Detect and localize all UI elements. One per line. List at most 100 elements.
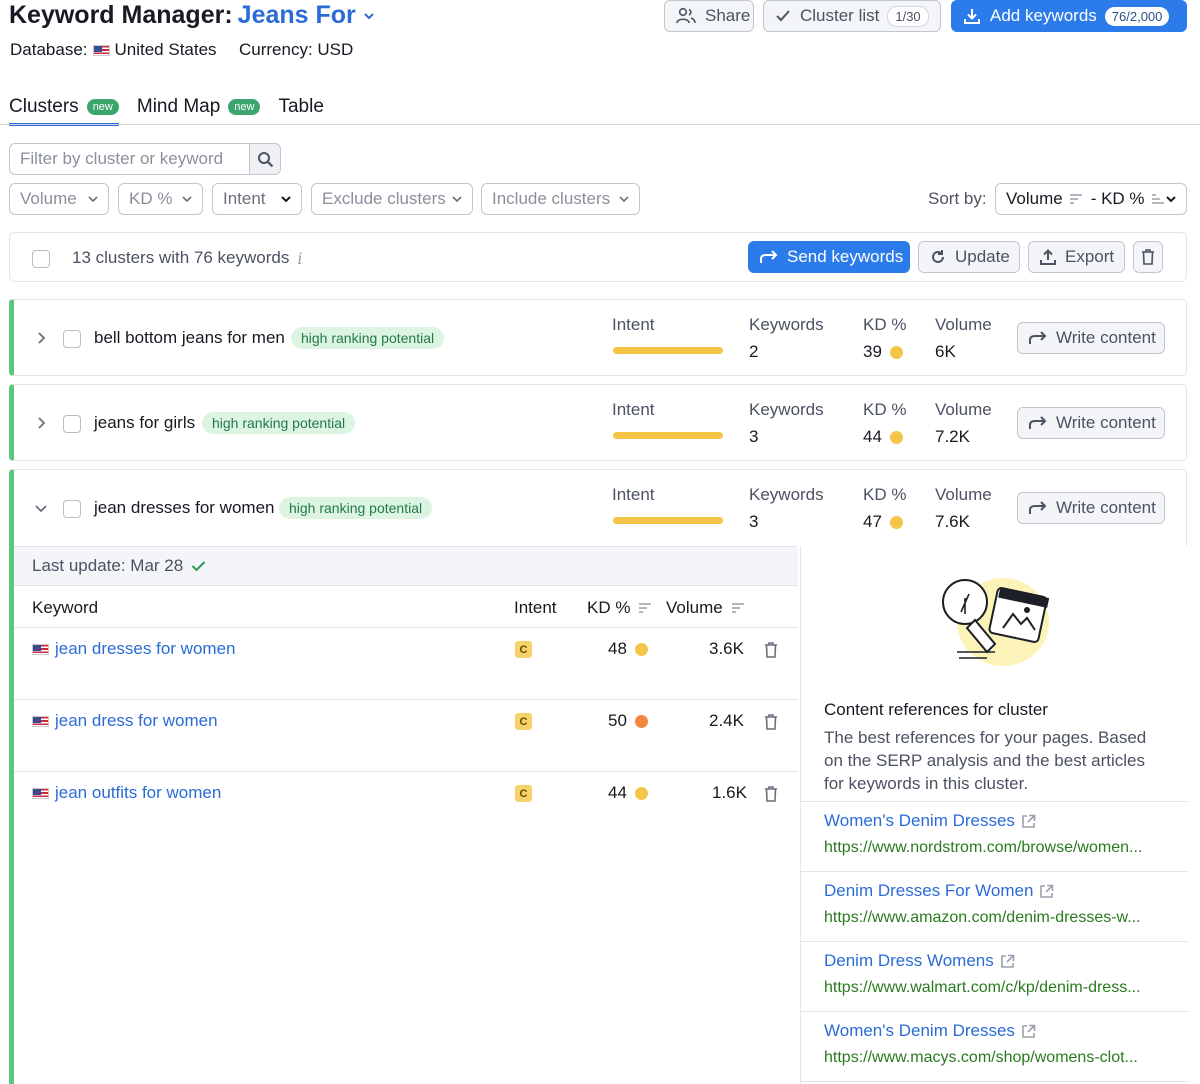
cluster-card: bell bottom jeans for men high ranking p… [9, 299, 1187, 376]
export-button[interactable]: Export [1028, 241, 1125, 273]
write-content-button[interactable]: Write content [1017, 407, 1165, 439]
references-description: The best references for your pages. Base… [824, 728, 1147, 793]
select-all-checkbox[interactable] [32, 250, 50, 268]
reference-url[interactable]: https://www.walmart.com/c/kp/denim-dress… [824, 979, 1169, 997]
chevron-down-icon [182, 196, 192, 203]
keywords-header: Keywords [749, 400, 824, 419]
volume-header: Volume [935, 400, 992, 419]
new-badge: new [228, 98, 261, 115]
kd-value: 44 [608, 783, 627, 802]
intent-column-header: Intent [514, 598, 557, 617]
cluster-checkbox[interactable] [63, 500, 81, 518]
sort-primary: Volume [1006, 189, 1063, 208]
reference-url[interactable]: https://www.amazon.com/denim-dresses-w..… [824, 909, 1169, 927]
cluster-summary: 13 clusters with 76 keywords i [72, 248, 302, 268]
trash-icon[interactable] [764, 714, 778, 730]
cluster-list-count: 1/30 [887, 5, 929, 27]
cluster-checkbox[interactable] [63, 330, 81, 348]
intent-header: Intent [612, 485, 655, 504]
trash-icon[interactable] [764, 642, 778, 658]
kd-column-header[interactable]: KD % [587, 598, 652, 618]
cluster-list-button[interactable]: Cluster list 1/30 [763, 0, 941, 32]
reference-link[interactable]: Women's Denim Dresses [824, 811, 1169, 831]
database-value: United States [114, 40, 217, 59]
intent-filter-label: Intent [223, 189, 266, 208]
write-content-button[interactable]: Write content [1017, 492, 1165, 524]
intent-bar [613, 517, 723, 524]
send-keywords-button[interactable]: Send keywords [748, 241, 910, 273]
volume-cell: 1.6K [712, 783, 747, 802]
reference-link[interactable]: Women's Denim Dresses [824, 1021, 1169, 1041]
reference-link[interactable]: Denim Dress Womens [824, 951, 1169, 971]
chevron-right-icon[interactable] [37, 331, 47, 345]
chevron-right-icon[interactable] [37, 416, 47, 430]
database-info: Database: United States [10, 40, 217, 60]
reference-link[interactable]: Denim Dresses For Women [824, 881, 1169, 901]
reference-title: Denim Dress Womens [824, 951, 994, 970]
kd-column-label: KD % [587, 598, 631, 617]
kd-value: 50 [608, 711, 627, 730]
intent-bar [613, 432, 723, 439]
keywords-header: Keywords [749, 485, 824, 504]
keyword-link[interactable]: jean dress for women [32, 711, 218, 731]
volume-column-header[interactable]: Volume [666, 598, 745, 618]
update-button[interactable]: Update [918, 241, 1020, 273]
intent-filter[interactable]: Intent [212, 183, 302, 215]
kd-cell: 50 [608, 711, 648, 731]
ranking-potential-badge: high ranking potential [279, 497, 433, 519]
cluster-name[interactable]: bell bottom jeans for men [94, 328, 285, 348]
write-content-button[interactable]: Write content [1017, 322, 1165, 354]
sort-select[interactable]: Volume - KD % [995, 183, 1187, 215]
info-icon[interactable]: i [297, 249, 302, 268]
cluster-name[interactable]: jean dresses for women [94, 498, 274, 518]
kd-dot [634, 642, 648, 656]
chevron-down-icon[interactable] [34, 504, 48, 514]
reference-url[interactable]: https://www.macys.com/shop/womens-clot..… [824, 1049, 1169, 1067]
kd-value: 48 [608, 639, 627, 658]
add-keywords-button[interactable]: Add keywords 76/2,000 [951, 0, 1187, 32]
include-clusters-filter[interactable]: Include clusters [481, 183, 640, 215]
new-badge: new [86, 98, 119, 115]
tab-mind-map[interactable]: Mind Map new [137, 88, 261, 125]
keyword-text: jean outfits for women [55, 783, 222, 802]
sort-desc-icon [1069, 194, 1082, 204]
exclude-clusters-filter[interactable]: Exclude clusters [311, 183, 473, 215]
chevron-down-icon [1166, 196, 1176, 203]
exclude-clusters-label: Exclude clusters [322, 189, 446, 208]
delete-button[interactable] [1133, 241, 1163, 273]
search-button[interactable] [249, 143, 281, 175]
cluster-checkbox[interactable] [63, 415, 81, 433]
kd-dot [634, 786, 648, 800]
kd-header: KD % [863, 400, 907, 419]
share-button[interactable]: Share [664, 0, 754, 32]
add-keywords-count: 76/2,000 [1104, 6, 1170, 26]
export-label: Export [1065, 247, 1115, 266]
trash-icon[interactable] [764, 786, 778, 802]
tab-table[interactable]: Table [278, 88, 323, 125]
page-title: Keyword Manager: Jeans For [9, 1, 376, 30]
keyword-link[interactable]: jean outfits for women [32, 783, 221, 803]
sort-icon [639, 603, 652, 613]
project-name[interactable]: Jeans For [238, 1, 356, 30]
kd-filter[interactable]: KD % [118, 183, 203, 215]
commercial-intent-badge: C [515, 713, 532, 730]
tab-clusters[interactable]: Clusters new [9, 88, 119, 126]
volume-value: 7.6K [935, 512, 970, 531]
chevron-down-icon[interactable] [362, 9, 376, 23]
sort-asc-icon [1151, 194, 1164, 204]
search-input[interactable]: Filter by cluster or keyword [9, 143, 250, 175]
tab-mind-map-label: Mind Map [136, 95, 221, 117]
check-icon [192, 561, 206, 572]
cluster-list-label: Cluster list [800, 6, 880, 25]
keyword-link[interactable]: jean dresses for women [32, 639, 235, 659]
volume-filter[interactable]: Volume [9, 183, 109, 215]
table-row: jean outfits for women C 44 1.6K [14, 772, 798, 844]
reference-title: Women's Denim Dresses [824, 1021, 1015, 1040]
keywords-count: 2 [749, 342, 759, 361]
kd-value-wrap: 47 [863, 512, 903, 532]
us-flag-icon [32, 643, 49, 655]
cluster-name[interactable]: jeans for girls [94, 413, 195, 433]
volume-cell: 2.4K [709, 711, 744, 730]
reference-url[interactable]: https://www.nordstrom.com/browse/women..… [824, 839, 1169, 857]
kd-value: 47 [863, 512, 882, 531]
